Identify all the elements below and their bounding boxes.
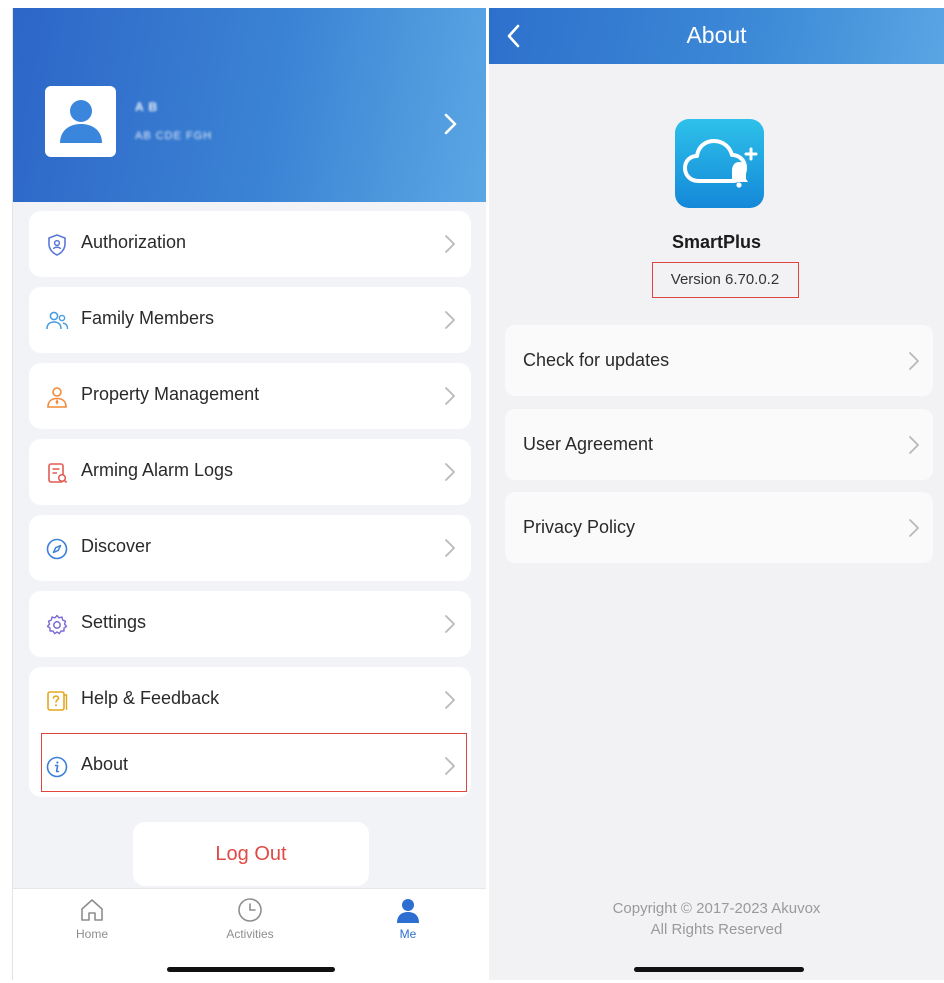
copyright-line-1: Copyright © 2017-2023 Akuvox	[612, 900, 821, 917]
menu-label-arming-alarm-logs: Arming Alarm Logs	[81, 460, 234, 480]
item-privacy-policy[interactable]: Privacy Policy	[505, 492, 933, 563]
profile-account: AB CDE FGH	[135, 130, 213, 142]
tab-activities[interactable]: Activities	[205, 897, 295, 947]
menu-card-arming-alarm-logs: Arming Alarm Logs	[29, 439, 471, 505]
tab-label-home: Home	[75, 927, 108, 941]
chevron-right-icon	[909, 436, 919, 454]
menu-label-discover: Discover	[81, 536, 152, 556]
menu-item-settings[interactable]: Settings	[29, 591, 471, 657]
item-label-check-updates: Check for updates	[523, 350, 670, 370]
item-user-agreement[interactable]: User Agreement	[505, 409, 933, 480]
clock-icon	[238, 898, 262, 922]
chevron-right-icon	[909, 352, 919, 370]
chevron-right-icon	[445, 235, 455, 253]
profile-name: A B	[135, 100, 159, 114]
profile-header[interactable]: A B AB CDE FGH	[13, 8, 486, 202]
menu-label-help-feedback: Help & Feedback	[81, 688, 220, 708]
version-label: Version 6.70.0.2	[670, 271, 780, 288]
tab-bar: Home Activities Me	[13, 888, 486, 980]
chevron-right-icon	[445, 311, 455, 329]
menu-item-help-feedback[interactable]: Help & Feedback	[29, 667, 471, 733]
user-avatar-icon	[60, 100, 102, 143]
app-logo	[675, 119, 764, 208]
item-check-updates[interactable]: Check for updates	[505, 325, 933, 396]
tab-home[interactable]: Home	[47, 897, 137, 947]
tab-label-me: Me	[399, 927, 417, 941]
family-icon	[46, 311, 69, 330]
menu-card-authorization: Authorization	[29, 211, 471, 277]
home-indicator	[167, 967, 335, 972]
about-highlight-box	[41, 733, 467, 792]
menu-card-discover: Discover	[29, 515, 471, 581]
app-name: SmartPlus	[671, 232, 762, 252]
menu-item-authorization[interactable]: Authorization	[29, 211, 471, 277]
menu-label-family-members: Family Members	[81, 308, 215, 328]
page-title: About	[686, 22, 747, 48]
menu-card-family-members: Family Members	[29, 287, 471, 353]
shield-user-icon	[48, 234, 66, 256]
alarm-log-icon	[48, 463, 68, 484]
chevron-right-icon	[444, 113, 457, 135]
menu-item-arming-alarm-logs[interactable]: Arming Alarm Logs	[29, 439, 471, 505]
copyright-line-2: All Rights Reserved	[650, 921, 783, 938]
menu-item-family-members[interactable]: Family Members	[29, 287, 471, 353]
home-icon	[81, 899, 103, 921]
logout-button[interactable]: Log Out	[133, 822, 369, 886]
person-icon	[397, 899, 419, 923]
version-highlight-box: Version 6.70.0.2	[652, 262, 799, 298]
chevron-right-icon	[445, 691, 455, 709]
tab-me[interactable]: Me	[363, 897, 453, 947]
chevron-right-icon	[445, 387, 455, 405]
compass-icon	[46, 538, 68, 560]
menu-label-property-management: Property Management	[81, 384, 260, 404]
menu-item-discover[interactable]: Discover	[29, 515, 471, 581]
gear-icon	[46, 614, 68, 635]
home-indicator	[634, 967, 804, 972]
chevron-right-icon	[445, 539, 455, 557]
copyright-text: Copyright © 2017-2023 Akuvox All Rights …	[489, 898, 944, 940]
menu-card-settings: Settings	[29, 591, 471, 657]
avatar	[45, 86, 116, 157]
chevron-right-icon	[909, 519, 919, 537]
about-screen: About SmartPlus Version 6.70.0.2 Check f…	[489, 8, 944, 980]
cloud-bell-icon	[683, 139, 758, 188]
item-label-privacy-policy: Privacy Policy	[523, 517, 636, 537]
manager-icon	[47, 387, 67, 408]
menu-label-authorization: Authorization	[81, 232, 187, 252]
menu-item-property-management[interactable]: Property Management	[29, 363, 471, 429]
item-label-user-agreement: User Agreement	[523, 434, 654, 454]
menu-card-property-management: Property Management	[29, 363, 471, 429]
tab-label-activities: Activities	[226, 927, 274, 941]
nav-bar: About	[489, 8, 944, 64]
chevron-right-icon	[445, 463, 455, 481]
chevron-right-icon	[445, 615, 455, 633]
help-feedback-icon	[47, 691, 68, 711]
me-screen: A B AB CDE FGH Authorization Family Memb…	[12, 8, 486, 980]
menu-label-settings: Settings	[81, 612, 147, 632]
